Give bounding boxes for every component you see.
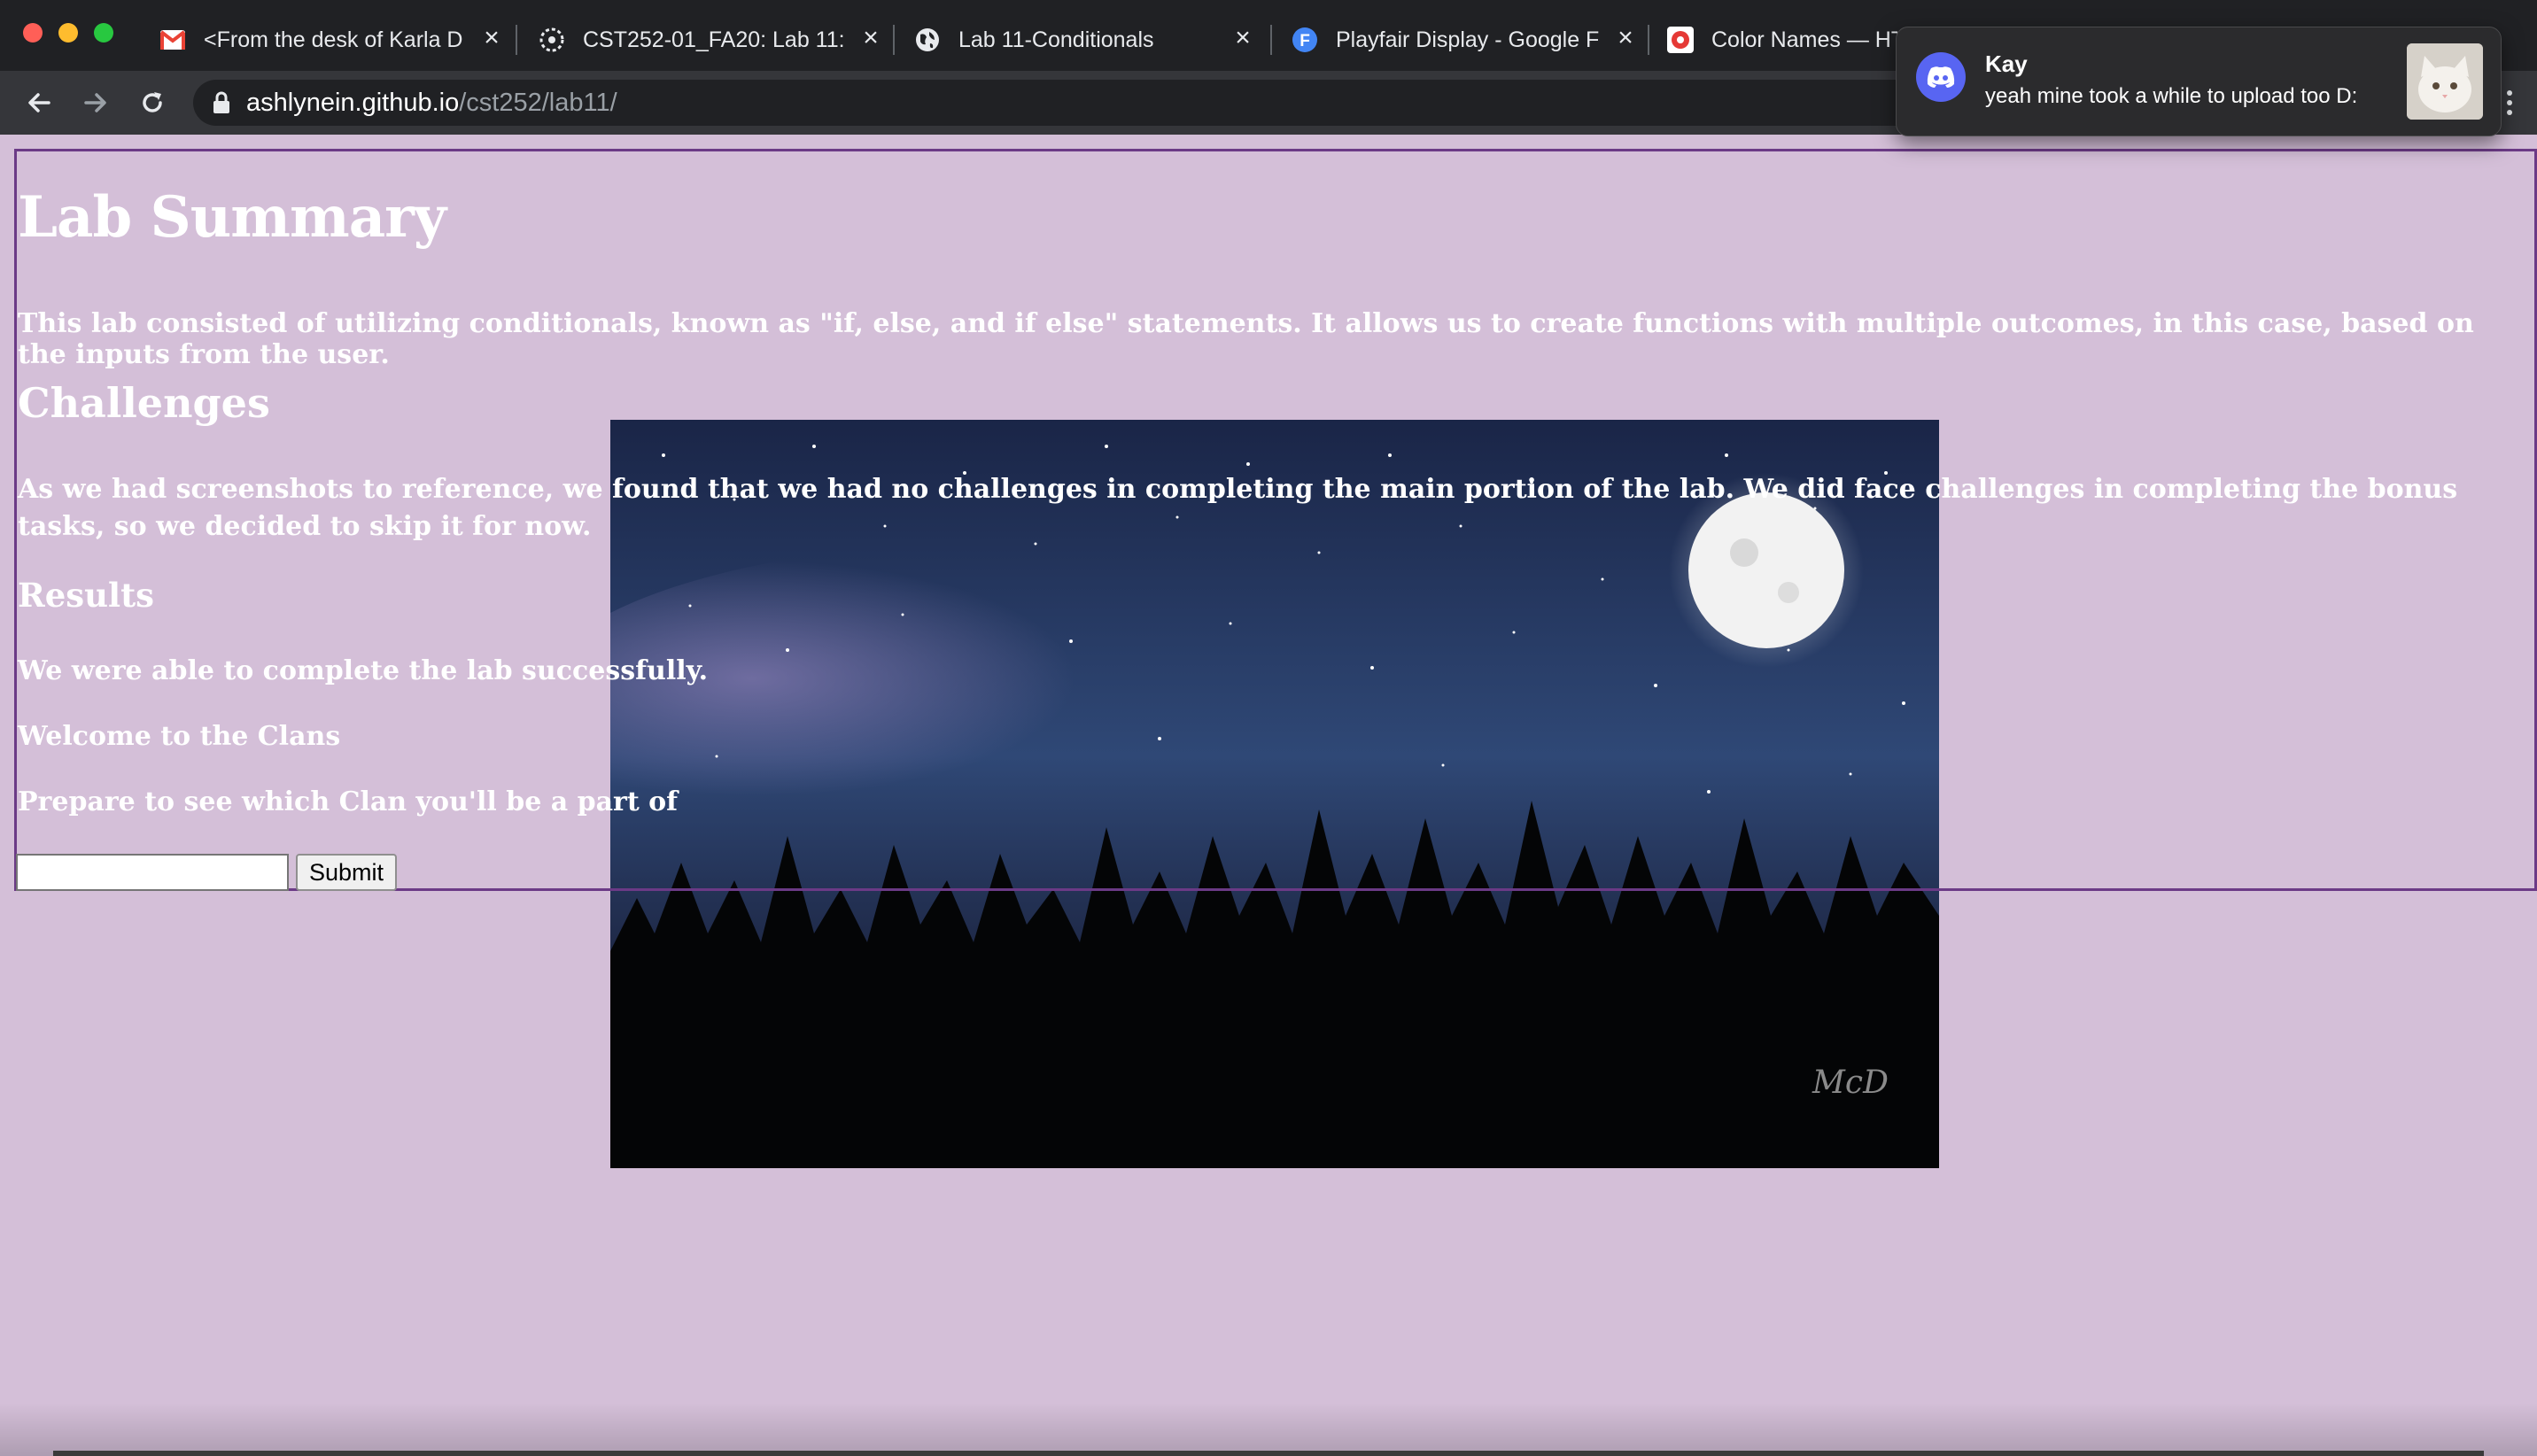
close-tab-icon[interactable]: × [478, 25, 505, 51]
prepare-text: Prepare to see which Clan you'll be a pa… [18, 786, 679, 817]
tab-color-names[interactable]: Color Names — HT [1667, 16, 1897, 64]
close-tab-icon[interactable]: × [1612, 25, 1639, 51]
tab-title: Playfair Display - Google F [1336, 27, 1600, 52]
globe-icon [914, 27, 941, 53]
tab-gmail[interactable]: <From the desk of Karla D × [159, 16, 505, 64]
discord-notification[interactable]: Kay yeah mine took a while to upload too… [1896, 27, 2502, 136]
tab-canvas[interactable]: CST252-01_FA20: Lab 11: × [539, 16, 884, 64]
minimize-window-button[interactable] [58, 23, 78, 43]
web-page: McD Lab Summary This lab consisted of ut… [0, 135, 2537, 1456]
forward-arrow-icon [84, 93, 106, 112]
welcome-text: Welcome to the Clans [18, 721, 341, 752]
gmail-icon [159, 27, 186, 53]
tab-playfair-display[interactable]: F Playfair Display - Google F × [1292, 16, 1639, 64]
svg-text:McD: McD [1812, 1065, 1889, 1101]
challenges-heading: Challenges [18, 379, 270, 427]
tab-divider [1648, 25, 1649, 55]
window-bottom-edge [53, 1451, 2484, 1456]
submit-button[interactable]: Submit [296, 854, 397, 891]
tab-title: Lab 11-Conditionals [958, 27, 1154, 52]
tab-lab11[interactable]: Lab 11-Conditionals × [914, 16, 1256, 64]
reload-icon [143, 92, 162, 112]
back-arrow-icon [28, 93, 50, 112]
challenges-text: As we had screenshots to reference, we f… [18, 474, 2458, 542]
cat-avatar [2407, 43, 2483, 120]
tab-title: Color Names — HT [1711, 27, 1897, 52]
google-fonts-icon: F [1292, 27, 1318, 53]
summary-text: This lab consisted of utilizing conditio… [18, 308, 2474, 370]
notification-sender: Kay [1985, 50, 2028, 77]
clan-input[interactable] [16, 854, 289, 891]
tab-divider [893, 25, 895, 55]
maximize-window-button[interactable] [94, 23, 113, 43]
tab-divider [516, 25, 517, 55]
back-button[interactable] [19, 83, 58, 122]
results-heading: Results [18, 576, 154, 615]
close-tab-icon[interactable]: × [1230, 25, 1256, 51]
forward-button[interactable] [76, 83, 115, 122]
reload-button[interactable] [133, 83, 172, 122]
close-tab-icon[interactable]: × [857, 25, 884, 51]
tab-divider [1270, 25, 1272, 55]
url-path: /cst252/lab11/ [459, 88, 617, 117]
close-window-button[interactable] [23, 23, 43, 43]
tab-title: CST252-01_FA20: Lab 11: [583, 27, 845, 52]
tab-title: <From the desk of Karla D [204, 27, 463, 52]
page-bottom-shade [0, 1403, 2537, 1456]
html-color-icon [1667, 27, 1694, 53]
results-text: We were able to complete the lab success… [18, 655, 709, 686]
svg-text:F: F [1300, 32, 1310, 50]
notification-message: yeah mine took a while to upload too D: [1985, 84, 2358, 108]
url-host: ashlynein.github.io [246, 88, 460, 117]
discord-icon [1916, 52, 1966, 102]
canvas-icon [539, 27, 565, 53]
page-title: Lab Summary [18, 184, 446, 251]
lock-icon [213, 91, 229, 113]
